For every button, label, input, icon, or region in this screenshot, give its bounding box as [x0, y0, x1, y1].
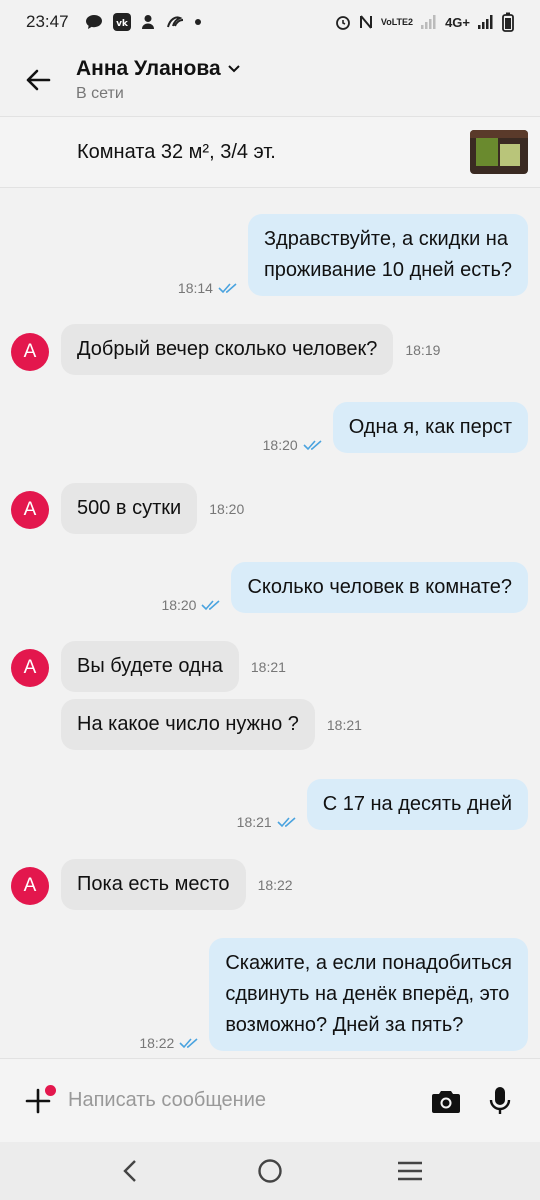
message-time: 18:22 — [139, 1035, 175, 1051]
back-button[interactable] — [0, 44, 76, 116]
message-bubble: Вы будете одна — [61, 641, 239, 692]
message-bubble: 500 в сутки — [61, 483, 198, 534]
message-time: 18:22 — [257, 876, 293, 893]
listing-bar[interactable]: Комната 32 м², 3/4 эт. — [0, 116, 540, 188]
notification-dot-icon — [45, 1084, 56, 1096]
signal-icon — [478, 15, 494, 29]
message-line: сдвинуть на денёк вперёд, это — [225, 983, 510, 1005]
microphone-icon — [489, 1086, 511, 1114]
person-icon — [141, 14, 155, 30]
chat-header: Анна Уланова В сети — [0, 44, 540, 116]
avatar[interactable]: А — [11, 333, 49, 371]
message-incoming[interactable]: 500 в сутки 18:20 — [61, 483, 244, 534]
message-bubble: Одна я, как перст — [332, 402, 528, 453]
listing-title: Комната 32 м², 3/4 эт. — [77, 140, 276, 163]
message-incoming[interactable]: Добрый вечер сколько человек? 18:19 — [61, 324, 440, 375]
message-outgoing[interactable]: 18:20 Одна я, как перст — [263, 402, 528, 453]
nav-home-button[interactable] — [240, 1142, 300, 1200]
nav-back-button[interactable] — [100, 1142, 160, 1200]
message-incoming[interactable]: На какое число нужно ? 18:21 — [61, 699, 362, 750]
message-bubble: На какое число нужно ? — [61, 699, 315, 750]
message-time: 18:21 — [326, 716, 362, 733]
nfc-icon — [359, 14, 373, 30]
message-time: 18:19 — [405, 341, 441, 358]
message-bubble: Здравствуйте, а скидки на проживание 10 … — [247, 214, 528, 296]
camera-button[interactable] — [426, 1081, 466, 1121]
composer — [0, 1058, 540, 1142]
nav-recents-button[interactable] — [380, 1142, 440, 1200]
contact-status: В сети — [76, 85, 124, 102]
listing-thumbnail[interactable] — [470, 130, 528, 174]
signal-weak-icon — [421, 15, 437, 29]
avatar[interactable]: А — [11, 867, 49, 905]
menu-icon — [398, 1161, 422, 1181]
arrow-left-icon — [26, 69, 51, 91]
status-bar: 23:47 vk VoLTE2 4G+ — [0, 0, 540, 44]
voice-button[interactable] — [480, 1081, 520, 1121]
message-outgoing[interactable]: 18:22 Скажите, а если понадобиться сдвин… — [139, 938, 528, 1051]
contact-name: Анна Уланова — [76, 57, 221, 80]
double-check-icon — [218, 283, 237, 294]
message-outgoing[interactable]: 18:21 С 17 на десять дней — [237, 779, 528, 830]
svg-text:vk: vk — [116, 19, 129, 29]
message-time: 18:21 — [236, 814, 272, 830]
message-bubble: Добрый вечер сколько человек? — [61, 324, 394, 375]
chat-notification-icon — [85, 14, 103, 30]
network-type: 4G+ — [445, 14, 470, 30]
double-check-icon — [179, 1038, 198, 1049]
chevron-down-icon — [227, 65, 240, 73]
message-input[interactable] — [68, 1089, 412, 1112]
message-outgoing[interactable]: 18:20 Сколько человек в комнате? — [161, 562, 528, 613]
message-time: 18:20 — [262, 437, 298, 453]
message-time: 18:20 — [209, 500, 245, 517]
message-outgoing[interactable]: 18:14 Здравствуйте, а скидки на проживан… — [178, 214, 528, 296]
chevron-left-icon — [123, 1160, 136, 1182]
more-notifications-dot-icon — [194, 19, 201, 25]
contact-info[interactable]: Анна Уланова В сети — [76, 57, 241, 103]
message-line: Скажите, а если понадобиться — [225, 952, 512, 974]
double-check-icon — [277, 817, 296, 828]
double-check-icon — [303, 440, 322, 451]
camera-icon — [432, 1090, 460, 1113]
message-line: проживание 10 дней есть? — [263, 259, 512, 281]
volte-icon: VoLTE2 — [380, 17, 414, 27]
message-line: возможно? Дней за пять? — [225, 1014, 464, 1036]
attach-button[interactable] — [20, 1083, 56, 1119]
message-line: Здравствуйте, а скидки на — [263, 228, 508, 250]
message-bubble: Сколько человек в комнате? — [231, 562, 528, 613]
message-bubble: Пока есть место — [61, 859, 246, 910]
status-time: 23:47 — [26, 12, 69, 31]
alarm-icon — [335, 14, 351, 30]
avatar[interactable]: А — [11, 649, 49, 687]
battery-icon — [502, 12, 514, 32]
avatar[interactable]: А — [11, 491, 49, 529]
message-incoming[interactable]: Вы будете одна 18:21 — [61, 641, 286, 692]
message-time: 18:20 — [161, 597, 197, 613]
double-check-icon — [201, 600, 221, 611]
system-nav-bar — [0, 1142, 540, 1200]
message-time: 18:14 — [177, 280, 213, 296]
message-list[interactable]: 18:14 Здравствуйте, а скидки на проживан… — [0, 188, 540, 1058]
vk-icon: vk — [112, 13, 131, 31]
app-notification-icon — [165, 14, 185, 30]
message-incoming[interactable]: Пока есть место 18:22 — [61, 859, 293, 910]
message-time: 18:21 — [250, 658, 286, 675]
message-bubble: Скажите, а если понадобиться сдвинуть на… — [209, 938, 528, 1051]
circle-home-icon — [258, 1159, 282, 1183]
message-bubble: С 17 на десять дней — [306, 779, 528, 830]
